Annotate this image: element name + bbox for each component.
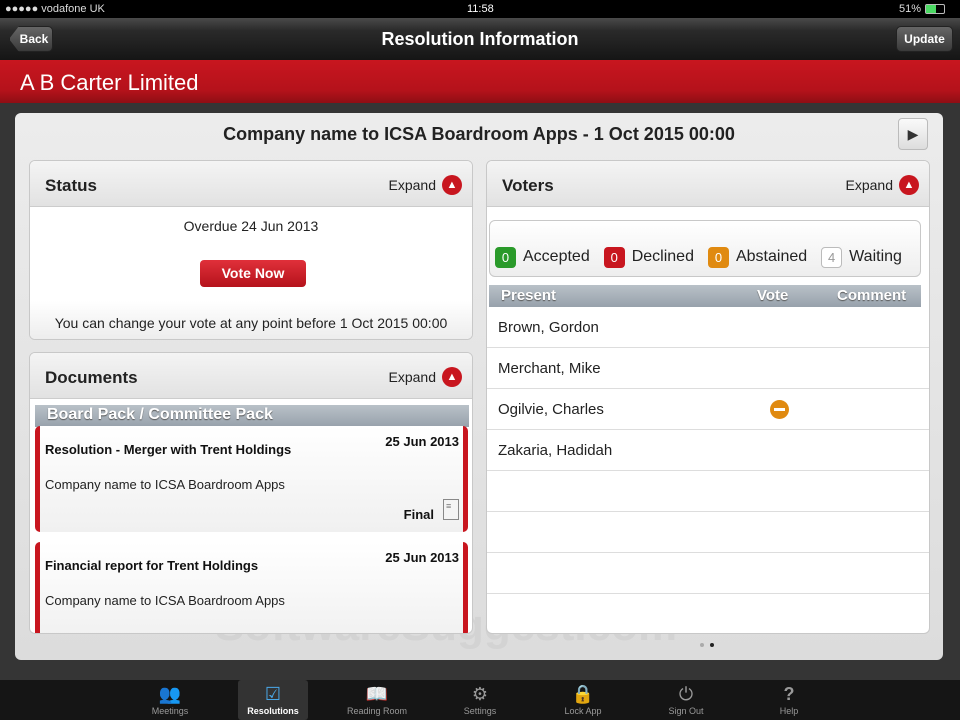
voters-title: Voters xyxy=(502,176,554,195)
next-arrow-button[interactable]: ▶ xyxy=(898,118,928,150)
company-banner: A B Carter Limited xyxy=(0,60,960,103)
abstained-count: 0 xyxy=(707,246,729,268)
gear-icon: ⚙ xyxy=(471,684,489,704)
tab-label: Settings xyxy=(463,706,497,716)
empty-row xyxy=(487,471,929,512)
vote-now-button[interactable]: Vote Now xyxy=(200,260,306,287)
nav-bar: Back Resolution Information Update xyxy=(0,18,960,60)
section-header: Board Pack / Committee Pack xyxy=(35,405,469,427)
update-button[interactable]: Update xyxy=(896,26,953,52)
document-status: Final xyxy=(403,507,434,522)
tab-label: Resolutions xyxy=(247,706,299,716)
power-icon: ⏻ xyxy=(678,684,694,704)
column-comment: Comment xyxy=(837,287,907,304)
tab-label: Sign Out xyxy=(668,706,704,716)
tab-reading-room[interactable]: 📖 Reading Room xyxy=(342,680,412,720)
tab-lock-app[interactable]: 🔒 Lock App xyxy=(548,680,618,720)
book-icon: 📖 xyxy=(365,684,389,704)
accepted-count: 0 xyxy=(495,246,516,268)
voter-row[interactable]: Merchant, Mike xyxy=(487,348,929,389)
tab-sign-out[interactable]: ⏻ Sign Out xyxy=(651,680,721,720)
document-icon: ≡ xyxy=(443,499,459,520)
expand-label: Expand xyxy=(388,177,436,193)
empty-row xyxy=(487,512,929,553)
voters-table-header: Present Vote Comment xyxy=(489,285,921,307)
waiting-label: Waiting xyxy=(849,248,902,265)
vote-change-note: You can change your vote at any point be… xyxy=(30,301,472,339)
voter-row[interactable]: Ogilvie, Charles xyxy=(487,389,929,430)
documents-expand-button[interactable]: Expand ▲ xyxy=(389,367,462,387)
tab-label: Help xyxy=(779,706,799,716)
chevron-up-icon: ▲ xyxy=(442,175,462,195)
document-title: Resolution - Merger with Trent Holdings xyxy=(45,442,292,457)
tab-label: Meetings xyxy=(151,706,189,716)
column-vote: Vote xyxy=(757,287,789,304)
tab-label: Reading Room xyxy=(346,706,408,716)
document-item[interactable]: Resolution - Merger with Trent Holdings … xyxy=(35,426,468,532)
waiting-count: 4 xyxy=(821,246,843,268)
tab-help[interactable]: ? Help xyxy=(754,680,824,720)
declined-count: 0 xyxy=(603,246,625,268)
document-date: 25 Jun 2013 xyxy=(385,550,459,565)
document-subtitle: Company name to ICSA Boardroom Apps xyxy=(45,593,285,608)
empty-row xyxy=(487,553,929,594)
expand-label: Expand xyxy=(845,177,893,193)
abstained-label: Abstained xyxy=(735,248,808,265)
vote-summary: 0 Accepted 0 Declined 0 Abstained 4 Waiting xyxy=(489,220,921,277)
tab-resolutions[interactable]: ☑ Resolutions xyxy=(238,680,308,720)
voter-row[interactable]: Brown, Gordon xyxy=(487,307,929,348)
page-dot-active[interactable] xyxy=(710,643,714,647)
column-present: Present xyxy=(501,287,557,304)
clock: 11:58 xyxy=(467,3,494,15)
abstain-icon xyxy=(770,400,789,419)
help-icon: ? xyxy=(783,684,795,704)
documents-card: Documents Expand ▲ Board Pack / Committee… xyxy=(29,352,473,634)
carrier: ●●●●● vodafone UK xyxy=(5,3,105,15)
voter-row[interactable]: Zakaria, Hadidah xyxy=(487,430,929,471)
battery-icon xyxy=(925,4,945,14)
lock-icon: 🔒 xyxy=(571,684,595,704)
checkbox-icon: ☑ xyxy=(264,684,282,704)
tab-bar: 👥 Meetings ☑ Resolutions 📖 Reading Room ⚙ Se… xyxy=(0,680,960,720)
people-icon: 👥 xyxy=(158,684,182,704)
voters-card: Voters Expand ▲ 0 Accepted 0 Declined 0 Abst… xyxy=(486,160,930,634)
document-title: Financial report for Trent Holdings xyxy=(45,558,259,573)
documents-title: Documents xyxy=(45,368,138,387)
accepted-label: Accepted xyxy=(523,248,590,265)
tab-settings[interactable]: ⚙ Settings xyxy=(445,680,515,720)
resolution-title: Company name to ICSA Boardroom Apps - 1 … xyxy=(223,124,735,144)
voter-name: Ogilvie, Charles xyxy=(498,401,604,418)
expand-label: Expand xyxy=(388,369,436,385)
page-title: Resolution Information xyxy=(381,29,579,49)
page-dot[interactable] xyxy=(700,643,704,647)
chevron-up-icon: ▲ xyxy=(442,367,462,387)
tab-label: Lock App xyxy=(564,706,602,716)
chevron-up-icon: ▲ xyxy=(899,175,919,195)
document-subtitle: Company name to ICSA Boardroom Apps xyxy=(45,477,285,492)
status-card: Status Expand ▲ Overdue 24 Jun 2013 Vote … xyxy=(29,160,473,340)
document-item[interactable]: Financial report for Trent Holdings 25 J… xyxy=(35,542,468,633)
overdue-text: Overdue 24 Jun 2013 xyxy=(183,218,319,234)
status-expand-button[interactable]: Expand ▲ xyxy=(389,175,462,195)
document-date: 25 Jun 2013 xyxy=(385,434,459,449)
voters-expand-button[interactable]: Expand ▲ xyxy=(846,175,919,195)
status-bar: ●●●●● vodafone UK 11:58 51% xyxy=(0,0,960,18)
voter-name: Brown, Gordon xyxy=(498,319,599,336)
resolution-panel: Company name to ICSA Boardroom Apps - 1 … xyxy=(15,113,943,660)
declined-label: Declined xyxy=(631,248,694,265)
battery-percent: 51% xyxy=(899,3,922,15)
status-title: Status xyxy=(45,176,97,195)
tab-meetings[interactable]: 👥 Meetings xyxy=(135,680,205,720)
voter-name: Merchant, Mike xyxy=(498,360,601,377)
voter-name: Zakaria, Hadidah xyxy=(498,442,613,459)
